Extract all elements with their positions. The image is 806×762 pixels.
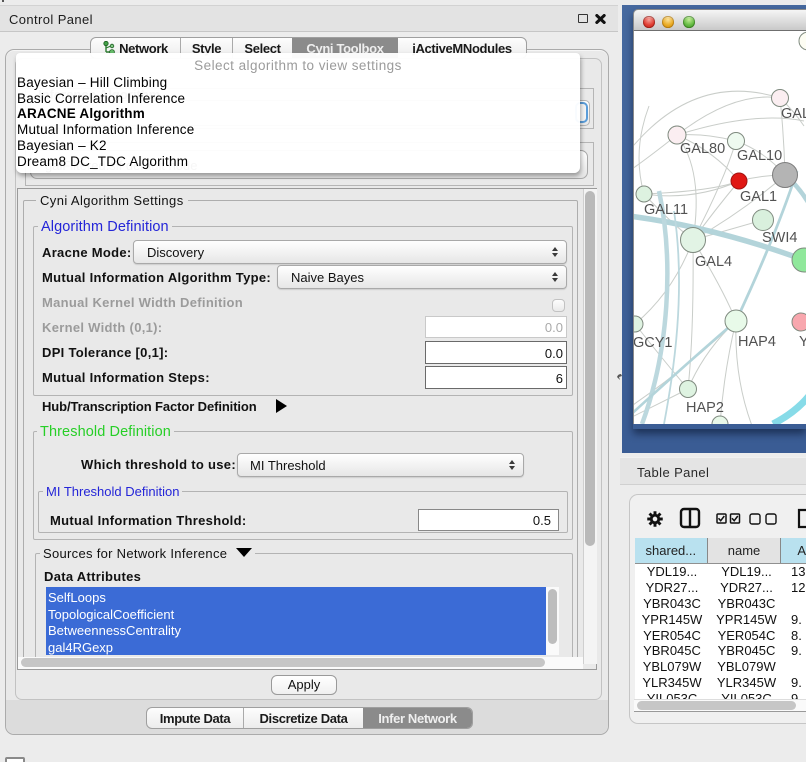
svg-text:GAL11: GAL11 <box>644 202 688 218</box>
svg-text:GAL80: GAL80 <box>680 141 725 157</box>
svg-text:GCY1: GCY1 <box>634 335 673 351</box>
svg-text:HAP2: HAP2 <box>686 400 724 416</box>
svg-text:SWI4: SWI4 <box>762 230 797 246</box>
svg-text:GAL1: GAL1 <box>740 189 777 205</box>
svg-text:GAL4: GAL4 <box>695 254 732 270</box>
svg-text:Y: Y <box>799 334 806 350</box>
svg-text:GAL: GAL <box>781 106 806 122</box>
svg-text:GAL10: GAL10 <box>737 148 782 164</box>
svg-text:HAP4: HAP4 <box>738 334 776 350</box>
